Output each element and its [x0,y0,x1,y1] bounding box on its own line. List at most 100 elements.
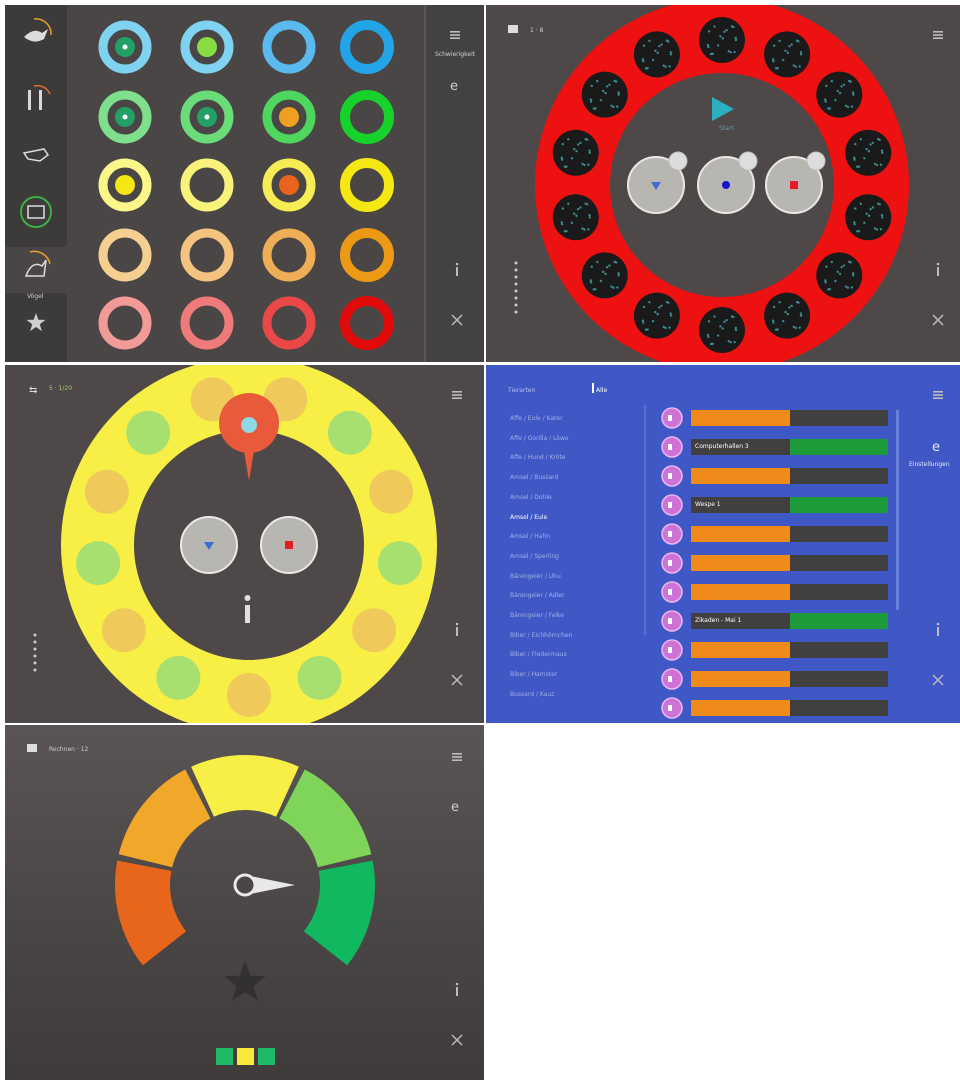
blob-target[interactable] [764,31,811,78]
list-item[interactable]: Amsel / Bussard [510,474,558,481]
ring-button[interactable] [262,20,316,74]
grid-menu-icon[interactable] [933,391,943,399]
sound-row[interactable] [691,526,888,542]
info-icon[interactable] [936,622,940,636]
blob-target[interactable] [816,252,863,299]
list-item[interactable]: Bärengeier / Uhu [510,573,561,580]
blob-target[interactable] [552,194,599,241]
blob-target[interactable] [352,608,397,653]
speaker-icon[interactable] [661,494,683,516]
blob-target[interactable] [699,17,745,63]
list-item[interactable]: Affe / Eule / Kater [510,415,563,422]
list-item[interactable]: Affe / Gorilla / Löwe [510,435,569,442]
list-item[interactable]: Biber / Fledermaus [510,651,567,658]
ring-button[interactable] [98,20,152,74]
info-icon[interactable] [936,262,940,276]
ring-button[interactable] [262,228,316,282]
list-item[interactable]: Bärengeier / Adler [510,592,564,599]
whistle-icon[interactable] [22,148,50,162]
blob-target[interactable] [377,541,422,586]
blob-target[interactable] [845,194,892,241]
blob-target[interactable] [581,252,628,299]
ring-button[interactable] [98,158,152,212]
sound-row[interactable] [691,584,888,600]
drum-icon[interactable] [20,196,52,228]
back-icon[interactable]: ⇆ [29,385,37,396]
info-icon[interactable] [455,982,459,996]
sound-row[interactable]: Zikaden - Mai 1 [691,613,888,629]
ear-icon[interactable]: e [451,800,459,815]
list-item[interactable]: Amsel / Sperling [510,553,559,560]
list-item[interactable]: Amsel / Eule [510,514,547,521]
info-icon[interactable] [455,622,459,636]
blob-target[interactable] [101,608,146,653]
ear-icon[interactable]: e [932,440,940,455]
ring-button[interactable] [180,296,234,350]
blob-target[interactable] [84,469,129,514]
list-item[interactable]: Bärengeier / Falke [510,612,564,619]
ring-button[interactable] [98,228,152,282]
sound-row[interactable] [691,671,888,687]
ring-button[interactable] [262,158,316,212]
speaker-icon[interactable] [661,639,683,661]
blob-target[interactable] [369,469,414,514]
blob-target[interactable] [845,129,892,176]
blob-target[interactable] [581,71,628,118]
breadcrumb-back[interactable]: Tierarten [508,387,535,394]
blob-target[interactable] [764,292,811,339]
sound-row[interactable] [691,468,888,484]
ring-button[interactable] [340,228,394,282]
sound-row[interactable]: Computerhallen 3 [691,439,888,455]
bird-icon[interactable] [24,18,52,42]
utensils-icon[interactable] [28,84,51,110]
list-item[interactable]: Amsel / Dohle [510,494,552,501]
bird-outline-icon[interactable] [5,247,67,293]
close-icon[interactable] [451,1034,463,1046]
list-item[interactable]: Bussard / Kauz [510,691,554,698]
speaker-icon[interactable] [661,465,683,487]
close-icon[interactable] [451,314,463,326]
ring-button[interactable] [340,90,394,144]
blob-target[interactable] [633,31,680,78]
speaker-icon[interactable] [661,581,683,603]
close-icon[interactable] [932,674,944,686]
ear-icon[interactable]: e [450,79,458,94]
grid-menu-icon[interactable] [452,753,462,761]
sound-row[interactable]: Wespe 1 [691,497,888,513]
shape-button[interactable] [260,516,318,574]
sound-row[interactable] [691,410,888,426]
shape-button[interactable] [180,516,238,574]
close-icon[interactable] [932,314,944,326]
speaker-icon[interactable] [661,610,683,632]
list-item[interactable]: Amsel / Hahn [510,533,550,540]
blob-target[interactable] [156,655,201,700]
ring-button[interactable] [340,296,394,350]
speaker-icon[interactable] [661,697,683,719]
info-icon[interactable] [455,262,459,276]
ring-button[interactable] [180,158,234,212]
blob-target[interactable] [699,307,745,353]
ring-button[interactable] [180,228,234,282]
list-item[interactable]: Biber / Eichhörnchen [510,632,572,639]
grid-menu-icon[interactable] [450,31,460,39]
blob-target[interactable] [552,129,599,176]
sound-row[interactable] [691,555,888,571]
ring-button[interactable] [262,296,316,350]
ring-button[interactable] [180,20,234,74]
ring-button[interactable] [340,20,394,74]
blob-target[interactable] [227,673,271,717]
grid-menu-icon[interactable] [933,31,943,39]
blob-target[interactable] [126,410,171,455]
grid-menu-icon[interactable] [452,391,462,399]
ring-button[interactable] [98,90,152,144]
speaker-icon[interactable] [661,436,683,458]
speaker-icon[interactable] [661,668,683,690]
list-item[interactable]: Affe / Hund / Kröte [510,454,566,461]
bars-scrollbar[interactable] [896,410,899,610]
blob-target[interactable] [327,410,372,455]
list-item[interactable]: Biber / Hamster [510,671,557,678]
close-icon[interactable] [451,674,463,686]
ring-button[interactable] [340,158,394,212]
sound-row[interactable] [691,700,888,716]
speaker-icon[interactable] [661,552,683,574]
